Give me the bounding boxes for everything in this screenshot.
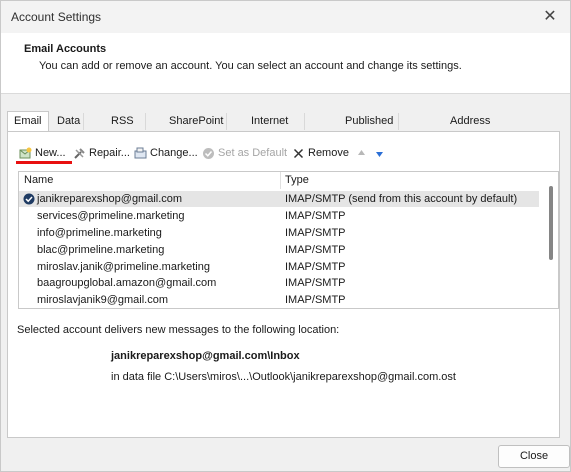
- tab-sharepoint-lists[interactable]: SharePoint Lists: [166, 113, 228, 144]
- arrow-down-icon: [376, 151, 383, 157]
- account-name: blac@primeline.marketing: [37, 244, 165, 256]
- new-account-icon: [19, 147, 32, 158]
- account-type: IMAP/SMTP (send from this account by def…: [285, 193, 518, 205]
- account-name: miroslav.janik@primeline.marketing: [37, 261, 210, 273]
- tab-email[interactable]: Email: [7, 111, 49, 132]
- account-row[interactable]: miroslav.janik@primeline.marketing IMAP/…: [19, 259, 539, 275]
- remove-button-label: Remove: [308, 147, 349, 159]
- repair-button-label: Repair...: [89, 147, 130, 159]
- column-divider: [280, 172, 281, 189]
- change-account-icon: [134, 147, 147, 158]
- change-button-label: Change...: [150, 147, 198, 159]
- account-name: services@primeline.marketing: [37, 210, 185, 222]
- remove-button[interactable]: Remove: [292, 145, 349, 161]
- new-button-label: New...: [35, 147, 66, 159]
- account-settings-window: Account Settings ✕ Email Accounts You ca…: [0, 0, 571, 472]
- header-section: Email Accounts You can add or remove an …: [1, 33, 570, 94]
- check-circle-icon: [203, 147, 214, 159]
- set-as-default-button[interactable]: Set as Default: [202, 145, 287, 161]
- move-down-button[interactable]: [373, 145, 386, 161]
- arrow-up-icon: [358, 149, 365, 155]
- account-row[interactable]: services@primeline.marketing IMAP/SMTP: [19, 208, 539, 224]
- tab-data-files[interactable]: Data Files: [54, 113, 85, 144]
- remove-x-icon: [293, 148, 304, 158]
- account-name: janikreparexshop@gmail.com: [37, 193, 183, 205]
- new-button[interactable]: New...: [19, 145, 66, 161]
- account-type: IMAP/SMTP: [285, 294, 346, 306]
- account-row[interactable]: miroslavjanik9@gmail.com IMAP/SMTP: [19, 292, 539, 308]
- tab-rss-feeds[interactable]: RSS Feeds: [108, 113, 146, 144]
- account-row[interactable]: blac@primeline.marketing IMAP/SMTP: [19, 242, 539, 258]
- account-type: IMAP/SMTP: [285, 277, 346, 289]
- close-window-icon[interactable]: ✕: [536, 5, 564, 29]
- accounts-scrollbar[interactable]: [544, 172, 558, 306]
- account-name: miroslavjanik9@gmail.com: [37, 294, 168, 306]
- default-account-check-icon: [23, 193, 35, 205]
- account-type: IMAP/SMTP: [285, 244, 346, 256]
- header-subtitle: You can add or remove an account. You ca…: [39, 60, 462, 72]
- close-button[interactable]: Close: [498, 445, 570, 468]
- header-title: Email Accounts: [24, 43, 107, 55]
- repair-tools-icon: [74, 147, 85, 159]
- new-button-underline: [16, 161, 72, 164]
- account-name: baagroupglobal.amazon@gmail.com: [37, 277, 217, 289]
- account-row[interactable]: janikreparexshop@gmail.com IMAP/SMTP (se…: [19, 191, 539, 207]
- account-type: IMAP/SMTP: [285, 227, 346, 239]
- account-row[interactable]: baagroupglobal.amazon@gmail.com IMAP/SMT…: [19, 275, 539, 291]
- account-type: IMAP/SMTP: [285, 261, 346, 273]
- delivery-data-file: in data file C:\Users\miros\...\Outlook\…: [111, 371, 456, 383]
- window-title: Account Settings: [11, 10, 102, 24]
- title-bar: Account Settings ✕: [1, 1, 570, 33]
- repair-button[interactable]: Repair...: [73, 145, 130, 161]
- account-type: IMAP/SMTP: [285, 210, 346, 222]
- tab-published-calendars[interactable]: Published Calendars: [342, 113, 400, 144]
- tab-address-books[interactable]: Address Books: [447, 113, 493, 144]
- account-row[interactable]: info@primeline.marketing IMAP/SMTP: [19, 225, 539, 241]
- column-header-type[interactable]: Type: [285, 172, 309, 189]
- delivery-folder: janikreparexshop@gmail.com\Inbox: [111, 350, 300, 362]
- move-up-button[interactable]: [355, 145, 368, 161]
- scrollbar-thumb[interactable]: [549, 186, 553, 260]
- set-as-default-label: Set as Default: [218, 147, 288, 159]
- accounts-list[interactable]: Name Type janikreparexshop@gmail.com IMA…: [18, 171, 559, 309]
- tab-internet-calendars[interactable]: Internet Calendars: [248, 113, 306, 144]
- column-header-name[interactable]: Name: [24, 172, 53, 189]
- account-name: info@primeline.marketing: [37, 227, 162, 239]
- change-button[interactable]: Change...: [134, 145, 198, 161]
- delivery-description: Selected account delivers new messages t…: [17, 324, 340, 336]
